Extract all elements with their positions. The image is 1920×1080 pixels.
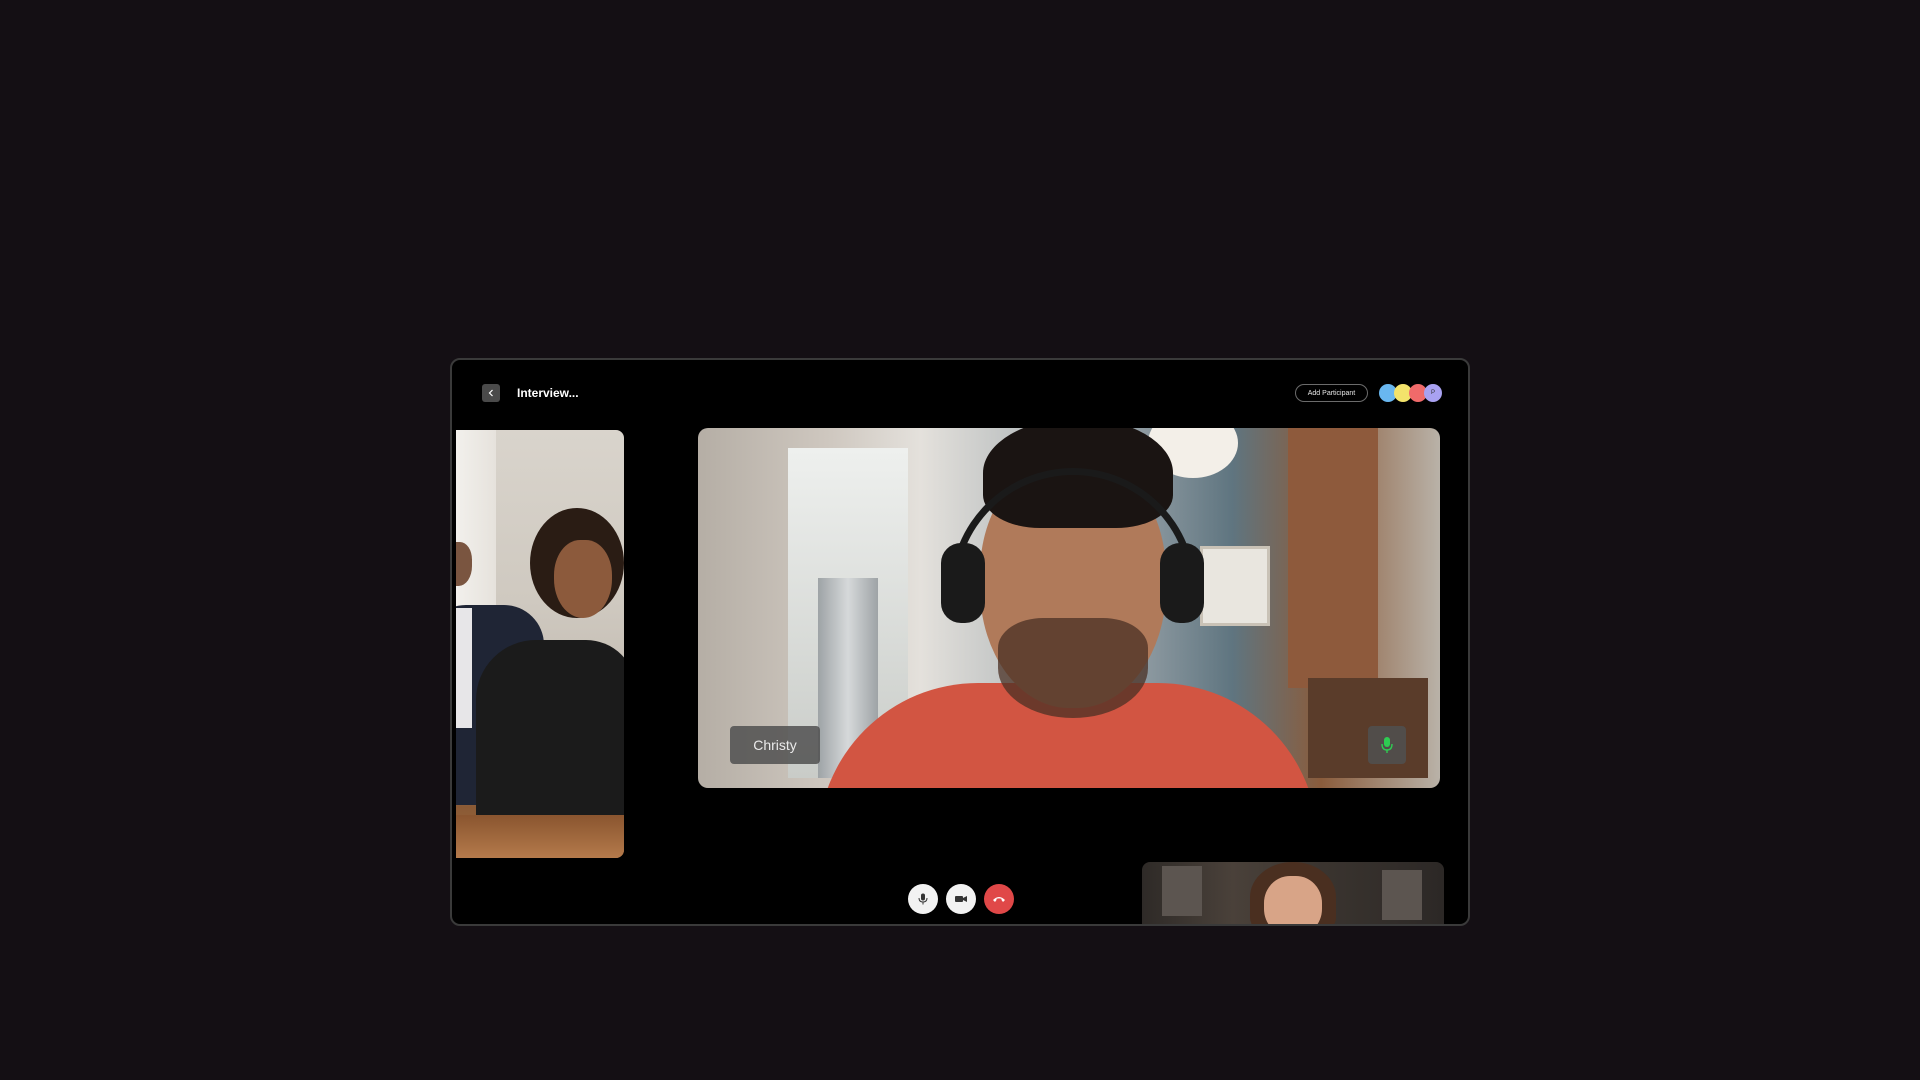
camera-button[interactable]: [946, 884, 976, 914]
self-view-tile[interactable]: [1142, 862, 1444, 924]
call-title: Interview...: [517, 386, 579, 400]
mute-button[interactable]: [908, 884, 938, 914]
chevron-left-icon: [488, 389, 493, 397]
microphone-icon: [918, 893, 928, 905]
avatar[interactable]: P: [1424, 384, 1442, 402]
video-camera-icon: [955, 896, 967, 902]
microphone-icon: [1381, 737, 1393, 753]
participant-name-label: Christy: [730, 726, 820, 764]
participant-avatars[interactable]: P: [1379, 384, 1442, 402]
phone-hangup-icon: [993, 897, 1005, 902]
video-call-window: Interview... Add Participant P Christy: [450, 358, 1470, 926]
mic-status-badge: [1368, 726, 1406, 764]
call-controls: [908, 884, 1014, 914]
back-button[interactable]: [482, 384, 500, 402]
end-call-button[interactable]: [984, 884, 1014, 914]
participant-video-tile[interactable]: [456, 430, 624, 858]
add-participant-button[interactable]: Add Participant: [1295, 384, 1368, 402]
main-video-tile[interactable]: Christy: [698, 428, 1440, 788]
